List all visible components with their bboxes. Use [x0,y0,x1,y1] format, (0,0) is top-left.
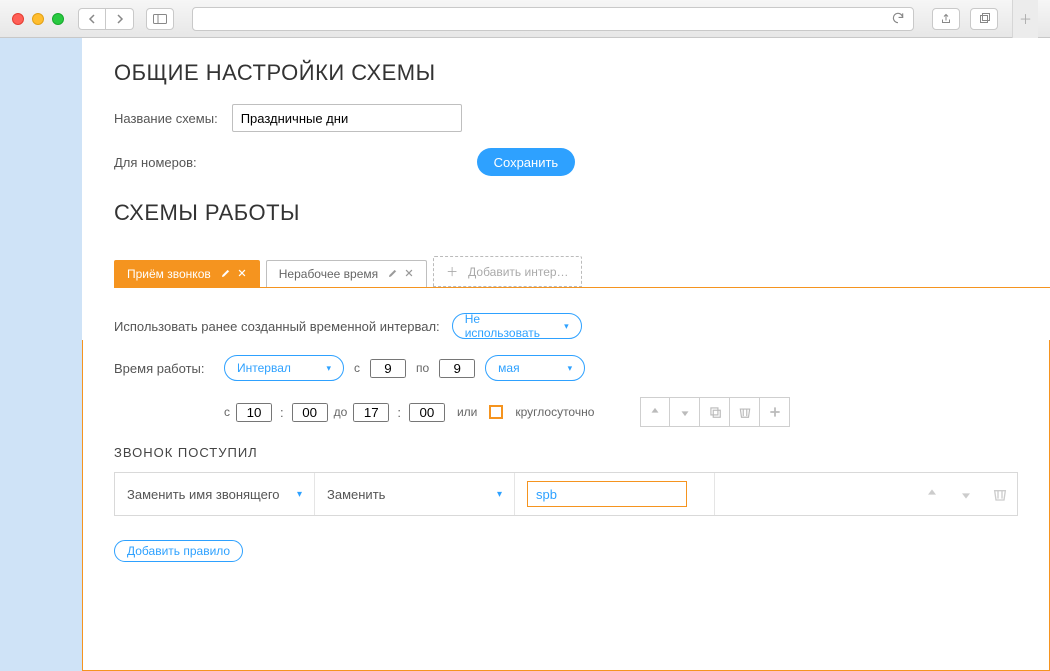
close-icon[interactable] [237,267,247,281]
to-day-input[interactable] [439,359,475,378]
from-day-input[interactable] [370,359,406,378]
for-numbers-label: Для номеров: [114,155,197,170]
rule-value-input[interactable] [527,481,687,507]
work-time-label: Время работы: [114,361,214,376]
add-button[interactable] [760,397,790,427]
time-from-hour-input[interactable] [236,403,272,422]
use-previous-dropdown[interactable]: Не использовать ▾ [452,313,582,339]
scheme-name-label: Название схемы: [114,111,218,126]
rule-move-up-button[interactable] [915,474,949,514]
rule-action-select[interactable]: Заменить имя звонящего ▾ [127,487,302,502]
chevron-down-icon: ▾ [326,363,331,374]
add-rule-button[interactable]: Добавить правило [114,540,243,562]
rule-mode-select[interactable]: Заменить ▾ [327,487,502,502]
tabs-button[interactable] [970,8,998,30]
tab-label: Нерабочее время [279,267,378,281]
from-day-label: с [354,361,360,375]
delete-button[interactable] [730,397,760,427]
time-to-label: до [334,405,348,419]
reload-icon[interactable] [891,11,905,28]
rule-mode-value: Заменить [327,487,385,502]
all-day-label: круглосуточно [515,405,594,419]
time-to-hour-input[interactable] [353,403,389,422]
rule-move-down-button[interactable] [949,474,983,514]
time-to-min-input[interactable] [409,403,445,422]
tab-label: Приём звонков [127,267,211,281]
interval-actions [640,397,790,427]
rule-actions [915,474,1017,514]
dropdown-value: Не использовать [465,312,554,340]
chevron-down-icon: ▾ [568,363,573,374]
chevron-down-icon: ▾ [497,489,502,500]
maximize-window-icon[interactable] [52,13,64,25]
rule-row: Заменить имя звонящего ▾ Заменить ▾ [114,472,1018,516]
new-tab-button[interactable]: ＋ [1012,0,1038,38]
colon: : [278,405,286,420]
chevron-down-icon: ▾ [297,489,302,500]
page-title: ОБЩИЕ НАСТРОЙКИ СХЕМЫ [114,60,1018,86]
url-bar[interactable] [192,7,914,31]
dropdown-value: мая [498,361,519,375]
chrome-actions [932,8,998,30]
tab-call-receive[interactable]: Приём звонков [114,260,260,287]
to-day-label: по [416,361,429,375]
edit-icon[interactable] [388,267,398,281]
share-button[interactable] [932,8,960,30]
forward-button[interactable] [106,8,134,30]
tab-add-interval[interactable]: ＋ Добавить интер… [433,256,581,287]
move-down-button[interactable] [670,397,700,427]
close-icon[interactable] [404,267,414,281]
or-label: или [457,405,477,419]
all-day-checkbox[interactable] [489,405,503,419]
dropdown-value: Интервал [237,361,291,375]
month-dropdown[interactable]: мая ▾ [485,355,585,381]
time-from-min-input[interactable] [292,403,328,422]
time-from-label: с [224,405,230,419]
save-button[interactable]: Сохранить [477,148,576,176]
browser-chrome: ＋ [0,0,1050,38]
interval-dropdown[interactable]: Интервал ▾ [224,355,344,381]
rule-action-value: Заменить имя звонящего [127,487,280,502]
plus-icon: ＋ [446,263,458,280]
chevron-down-icon: ▾ [564,321,569,332]
scheme-name-input[interactable] [232,104,462,132]
window-controls [12,13,64,25]
edit-icon[interactable] [221,267,231,281]
close-window-icon[interactable] [12,13,24,25]
minimize-window-icon[interactable] [32,13,44,25]
move-up-button[interactable] [640,397,670,427]
copy-button[interactable] [700,397,730,427]
rule-delete-button[interactable] [983,474,1017,514]
tab-label: Добавить интер… [468,265,568,279]
nav-back-forward [78,8,134,30]
scheme-tabs: Приём звонков Нерабочее время ＋ Добавить… [114,256,1018,287]
tab-off-hours[interactable]: Нерабочее время [266,260,427,287]
colon: : [395,405,403,420]
schemes-title: СХЕМЫ РАБОТЫ [114,200,1018,226]
call-arrived-title: ЗВОНОК ПОСТУПИЛ [114,445,1018,460]
use-previous-label: Использовать ранее созданный временной и… [114,319,440,334]
sidebar-toggle-button[interactable] [146,8,174,30]
back-button[interactable] [78,8,106,30]
